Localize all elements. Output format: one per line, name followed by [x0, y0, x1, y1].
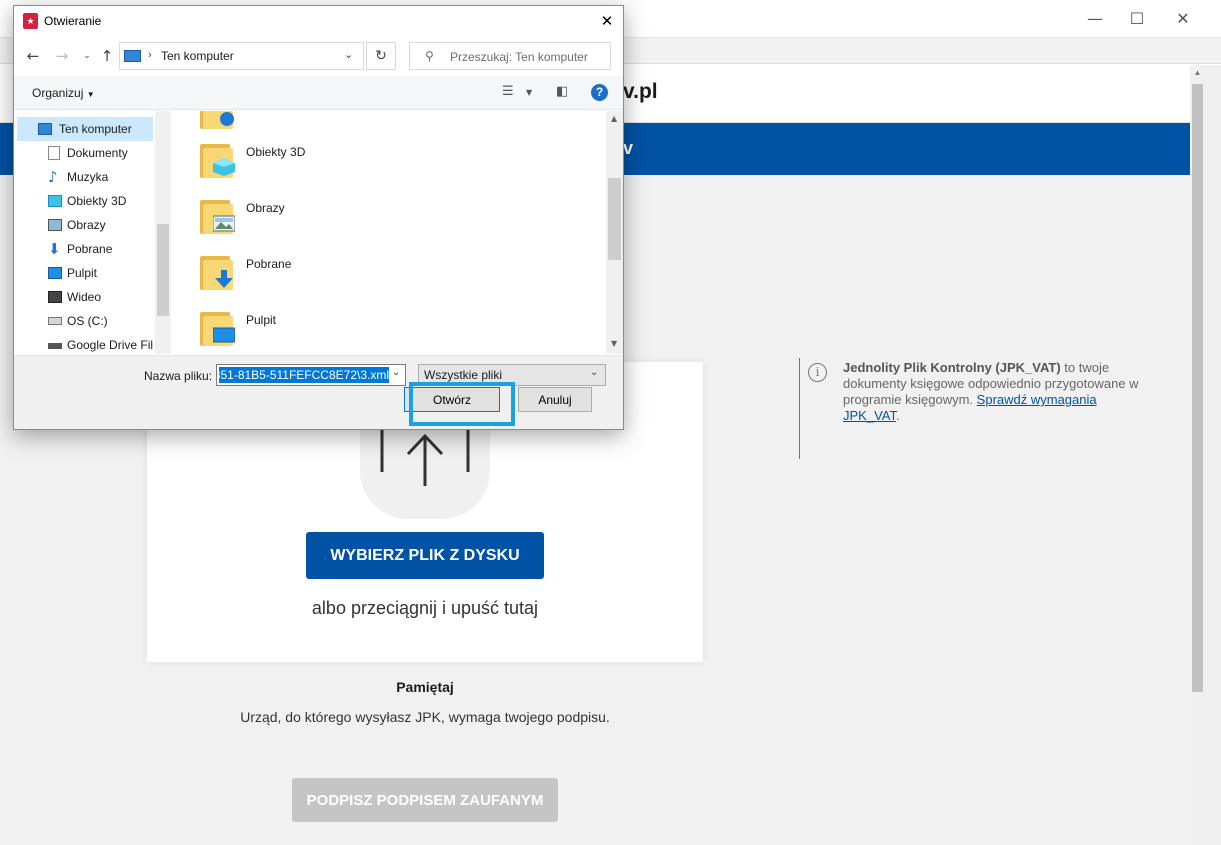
download-icon: ⬇ — [48, 240, 61, 258]
nav-item-drive-c[interactable]: OS (C:) — [17, 309, 153, 333]
scroll-up-icon[interactable]: ▲ — [611, 114, 617, 123]
nav-item-label: Pulpit — [67, 266, 98, 280]
info-divider — [799, 358, 800, 459]
nav-item-this-pc[interactable]: Ten komputer — [17, 117, 153, 141]
navigation-pane: Ten komputer Dokumenty ♪ Muzyka Obiekty … — [14, 111, 171, 354]
nav-item-label: Ten komputer — [59, 122, 132, 136]
dialog-toolbar: Organizuj ▼ ☰ ▼ ◧ ? — [14, 76, 623, 110]
address-dropdown-icon[interactable]: ⌄ — [344, 48, 353, 61]
remember-heading: Pamiętaj — [396, 679, 454, 695]
file-item-label: Pulpit — [246, 313, 277, 327]
drop-hint: albo przeciągnij i upuść tutaj — [311, 598, 539, 618]
open-button-highlight — [409, 382, 515, 426]
choose-file-button[interactable]: WYBIERZ PLIK Z DYSKU — [306, 532, 544, 579]
page-title-fragment: v — [623, 138, 634, 158]
browser-close-icon[interactable]: ✕ — [1172, 8, 1194, 30]
nav-item-desktop[interactable]: Pulpit — [17, 261, 153, 285]
file-item-downloads[interactable] — [200, 250, 236, 290]
cancel-button[interactable]: Anuluj — [518, 387, 592, 412]
scroll-up-icon[interactable]: ▲ — [1192, 68, 1203, 78]
preview-pane-icon[interactable]: ◧ — [556, 84, 568, 99]
page-scrollbar-thumb[interactable] — [1192, 84, 1203, 692]
nav-item-music[interactable]: ♪ Muzyka — [17, 165, 153, 189]
maximize-icon[interactable]: ☐ — [1126, 8, 1148, 30]
nav-item-label: Pobrane — [67, 242, 113, 256]
nav-item-videos[interactable]: Wideo — [17, 285, 153, 309]
drive-icon — [48, 343, 62, 349]
file-item-label: Obrazy — [246, 201, 285, 215]
info-bold: Jednolity Plik Kontrolny (JPK_VAT) — [843, 360, 1061, 375]
folder-icon — [200, 111, 236, 129]
filename-input[interactable]: E351-81B5-511FEFCC8E72\3.xml ⌄ — [216, 364, 406, 386]
breadcrumb-separator-icon: › — [148, 49, 152, 61]
nav-item-documents[interactable]: Dokumenty — [17, 141, 153, 165]
file-item-desktop[interactable] — [200, 306, 236, 346]
organize-dropdown-icon: ▼ — [86, 90, 95, 99]
sign-trusted-button[interactable]: PODPISZ PODPISEM ZAUFANYM — [292, 778, 558, 822]
nav-item-label: Muzyka — [67, 170, 109, 184]
back-icon[interactable]: ← — [23, 46, 43, 66]
navigation-scrollbar-thumb[interactable] — [157, 224, 169, 316]
filetype-value: Wszystkie pliki — [424, 368, 503, 382]
recent-dropdown-icon[interactable]: ⌄ — [77, 46, 97, 66]
help-icon[interactable]: ? — [591, 84, 608, 101]
filename-dropdown-icon[interactable]: ⌄ — [392, 367, 400, 378]
picture-icon — [48, 219, 62, 231]
emblem-icon: ★ — [23, 13, 38, 29]
nav-item-3d-objects[interactable]: Obiekty 3D — [17, 189, 153, 213]
forward-icon[interactable]: → — [52, 46, 72, 66]
nav-item-label: Obiekty 3D — [67, 194, 127, 208]
view-options-icon[interactable]: ☰ — [502, 84, 514, 99]
video-icon — [48, 291, 62, 303]
desktop-icon — [213, 327, 235, 343]
cube-icon — [213, 158, 235, 176]
refresh-icon[interactable]: ↻ — [366, 42, 396, 70]
view-dropdown-icon[interactable]: ▼ — [526, 88, 532, 97]
organize-label: Organizuj — [32, 86, 84, 100]
nav-item-label: OS (C:) — [67, 314, 108, 328]
computer-icon — [124, 50, 141, 62]
file-list-scrollbar-thumb[interactable] — [608, 178, 621, 260]
filename-value: E351-81B5-511FEFCC8E72\3.xml — [219, 367, 389, 383]
nav-item-label: Wideo — [67, 290, 102, 304]
download-icon — [215, 270, 233, 288]
file-item-label: Pobrane — [246, 257, 292, 271]
desktop-icon — [48, 267, 62, 279]
info-icon: i — [808, 363, 827, 382]
address-text: Ten komputer — [161, 49, 234, 63]
info-period: . — [895, 408, 900, 423]
filename-label: Nazwa pliku: — [144, 369, 213, 383]
search-icon: ⚲ — [425, 49, 434, 63]
up-icon[interactable]: ↑ — [97, 46, 117, 66]
info-text: Jednolity Plik Kontrolny (JPK_VAT) to tw… — [843, 360, 1143, 424]
site-logo[interactable]: v.pl — [623, 80, 658, 104]
cube-icon — [48, 195, 62, 207]
search-input[interactable]: ⚲ Przeszukaj: Ten komputer — [409, 42, 611, 70]
dialog-title: Otwieranie — [44, 14, 102, 28]
filetype-dropdown-icon[interactable]: ⌄ — [590, 367, 598, 378]
file-item-3d-objects[interactable] — [200, 138, 236, 178]
organize-menu[interactable]: Organizuj ▼ — [32, 86, 95, 100]
nav-item-downloads[interactable]: ⬇ Pobrane — [17, 237, 153, 261]
nav-item-label: Obrazy — [67, 218, 106, 232]
minimize-icon[interactable]: — — [1084, 8, 1106, 30]
computer-icon — [38, 123, 52, 135]
open-file-dialog: ★ Otwieranie ✕ ← → ⌄ ↑ › Ten komputer ⌄ … — [13, 5, 624, 430]
nav-item-google-drive[interactable]: Google Drive File — [17, 333, 153, 354]
search-placeholder: Przeszukaj: Ten komputer — [450, 50, 588, 64]
remember-text: Urząd, do którego wysyłasz JPK, wymaga t… — [240, 709, 610, 725]
document-icon — [48, 146, 60, 160]
address-bar[interactable]: › Ten komputer ⌄ — [119, 42, 364, 70]
nav-item-pictures[interactable]: Obrazy — [17, 213, 153, 237]
file-list: Obiekty 3D Obrazy Pobrane Pulpit — [171, 111, 606, 354]
nav-item-label: Dokumenty — [67, 146, 128, 160]
drive-icon — [48, 317, 62, 325]
music-icon: ♪ — [48, 168, 58, 186]
dialog-close-icon[interactable]: ✕ — [597, 11, 617, 31]
nav-item-label: Google Drive File — [67, 338, 153, 352]
file-item-pictures[interactable] — [200, 194, 236, 234]
picture-icon — [213, 215, 235, 232]
scroll-down-icon[interactable]: ▼ — [611, 339, 617, 348]
file-item-label: Obiekty 3D — [246, 145, 306, 159]
